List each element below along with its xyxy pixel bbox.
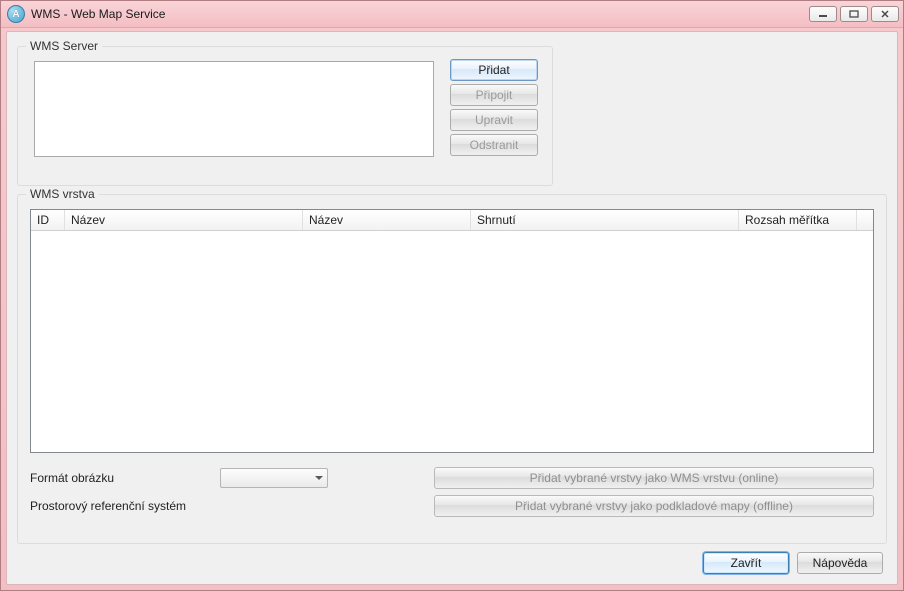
wms-dialog: A WMS - Web Map Service WMS Server Přida… [0, 0, 904, 591]
wms-layer-group: WMS vrstva ID Název Název Shrnutí Rozsah… [17, 194, 887, 544]
edit-server-button[interactable]: Upravit [450, 109, 538, 131]
wms-server-group: WMS Server Přidat Připojit Upravit Odstr… [17, 46, 553, 186]
add-offline-button[interactable]: Přidat vybrané vrstvy jako podkladové ma… [434, 495, 874, 517]
column-scale[interactable]: Rozsah měřítka [739, 210, 857, 230]
image-format-combo[interactable] [220, 468, 328, 488]
image-format-label: Formát obrázku [30, 471, 220, 485]
image-format-row: Formát obrázku Přidat vybrané vrstvy jak… [30, 467, 874, 489]
add-server-button[interactable]: Přidat [450, 59, 538, 81]
window-title: WMS - Web Map Service [31, 7, 809, 21]
srs-row: Prostorový referenční systém Přidat vybr… [30, 495, 874, 517]
server-buttons: Přidat Připojit Upravit Odstranit [450, 59, 538, 156]
layer-table[interactable]: ID Název Název Shrnutí Rozsah měřítka [30, 209, 874, 453]
connect-server-button[interactable]: Připojit [450, 84, 538, 106]
minimize-button[interactable] [809, 6, 837, 22]
window-controls [809, 6, 899, 22]
column-spacer [857, 210, 873, 230]
title-bar[interactable]: A WMS - Web Map Service [1, 1, 903, 28]
column-name-1[interactable]: Název [65, 210, 303, 230]
wms-layer-label: WMS vrstva [26, 187, 99, 201]
column-summary[interactable]: Shrnutí [471, 210, 739, 230]
srs-label: Prostorový referenční systém [30, 499, 220, 513]
client-area: WMS Server Přidat Připojit Upravit Odstr… [6, 31, 898, 585]
chevron-down-icon [315, 476, 323, 480]
column-name-2[interactable]: Název [303, 210, 471, 230]
dialog-footer: Zavřít Nápověda [703, 552, 883, 574]
add-online-button[interactable]: Přidat vybrané vrstvy jako WMS vrstvu (o… [434, 467, 874, 489]
help-button[interactable]: Nápověda [797, 552, 883, 574]
server-list[interactable] [34, 61, 434, 157]
app-icon: A [7, 5, 25, 23]
layer-table-header: ID Název Název Shrnutí Rozsah měřítka [31, 210, 873, 231]
column-id[interactable]: ID [31, 210, 65, 230]
wms-server-label: WMS Server [26, 39, 102, 53]
maximize-button[interactable] [840, 6, 868, 22]
close-dialog-button[interactable]: Zavřít [703, 552, 789, 574]
remove-server-button[interactable]: Odstranit [450, 134, 538, 156]
close-button[interactable] [871, 6, 899, 22]
